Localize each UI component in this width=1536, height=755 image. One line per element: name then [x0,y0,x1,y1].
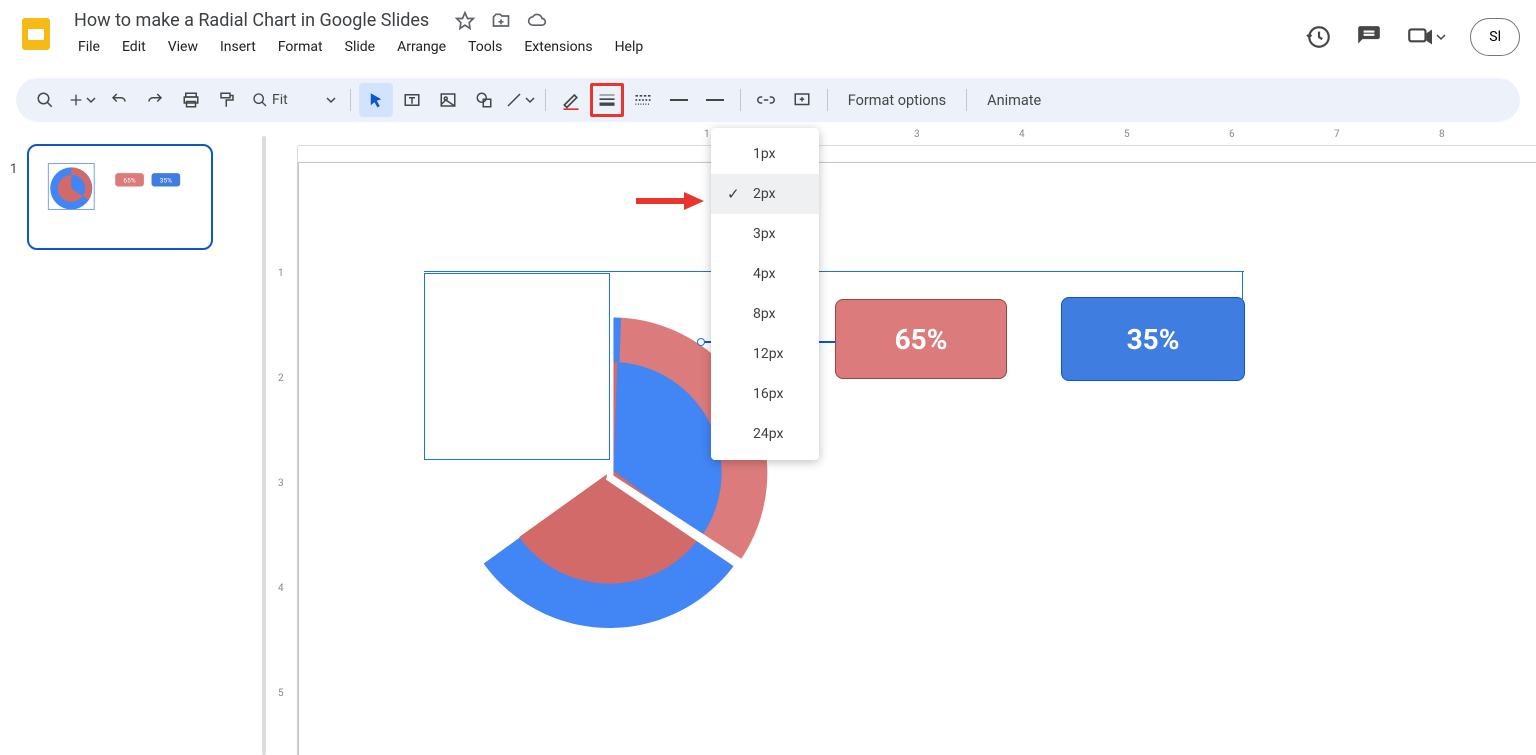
text-box-tool[interactable] [395,83,429,117]
line-end-button[interactable] [698,83,732,117]
line-weight-option[interactable]: 16px [711,374,819,414]
slide-thumbnail[interactable]: 65% 35% [27,144,213,250]
cloud-status-icon[interactable] [527,11,547,31]
search-menus-icon[interactable] [28,83,62,117]
star-icon[interactable] [455,11,475,31]
group-selection-r [1242,271,1243,299]
ruler-tick: 5 [278,688,284,699]
annotation-arrow [634,190,704,212]
slide-number: 1 [10,162,17,737]
label-blue[interactable]: 35% [1061,297,1245,381]
toolbar: Fit Format options Animate [16,78,1520,122]
header-actions: Sl [1306,18,1520,56]
redo-button[interactable] [138,83,172,117]
app-header: How to make a Radial Chart in Google Sli… [0,0,1536,72]
line-weight-option[interactable]: 8px [711,294,819,334]
ruler-tick: 8 [1439,129,1445,140]
shape-tool[interactable] [467,83,501,117]
line-weight-option[interactable]: 24px [711,414,819,454]
ruler-vertical: 1 2 3 4 5 [268,146,298,755]
format-options-button[interactable]: Format options [836,86,958,115]
menu-view[interactable]: View [158,35,208,59]
menu-extensions[interactable]: Extensions [514,35,602,59]
animate-button[interactable]: Animate [975,86,1053,115]
print-button[interactable] [174,83,208,117]
slides-logo[interactable] [16,14,56,54]
ruler-tick: 3 [914,129,920,140]
menu-help[interactable]: Help [605,35,654,59]
ruler-tick: 1 [704,129,710,140]
svg-text:65%: 65% [124,177,136,185]
ruler-tick: 5 [1124,129,1130,140]
ruler-tick: 3 [278,478,284,489]
menu-file[interactable]: File [68,35,110,59]
line-weight-option[interactable]: 3px [711,214,819,254]
ruler-tick: 4 [278,583,284,594]
move-icon[interactable] [491,11,511,31]
line-weight-option[interactable]: 1px [711,134,819,174]
select-tool[interactable] [359,83,393,117]
filmstrip: 1 65% 35% [0,126,260,755]
line-dash-button[interactable] [626,83,660,117]
ruler-tick: 4 [1019,129,1025,140]
add-comment-button[interactable] [785,83,819,117]
zoom-label: Fit [272,92,288,108]
line-weight-option[interactable]: 12px [711,334,819,374]
menu-arrange[interactable]: Arrange [387,35,456,59]
history-icon[interactable] [1306,24,1332,50]
menu-slide[interactable]: Slide [335,35,385,59]
pane-divider[interactable] [260,126,268,755]
present-icon[interactable] [1406,24,1446,50]
menu-bar: File Edit View Insert Format Slide Arran… [68,35,1306,59]
canvas-area[interactable]: 123456789 12345 [268,126,1536,755]
line-start-button[interactable] [662,83,696,117]
menu-edit[interactable]: Edit [112,35,156,59]
zoom-select[interactable]: Fit [246,85,342,115]
line-tool[interactable] [503,83,537,117]
slide-canvas[interactable]: 65% 35% [298,162,1536,755]
menu-insert[interactable]: Insert [210,35,266,59]
line-weight-dropdown: 1px2px3px4px8px12px16px24px [711,128,819,460]
svg-text:35%: 35% [160,177,172,185]
insert-link-button[interactable] [749,83,783,117]
line-color-button[interactable] [554,83,588,117]
image-tool[interactable] [431,83,465,117]
line-weight-option[interactable]: 4px [711,254,819,294]
ruler-tick: 1 [278,268,284,279]
document-title[interactable]: How to make a Radial Chart in Google Sli… [68,8,435,33]
label-red[interactable]: 65% [835,299,1007,379]
title-area: How to make a Radial Chart in Google Sli… [68,8,1306,59]
ruler-tick: 7 [1334,129,1340,140]
ruler-tick: 2 [278,373,284,384]
new-slide-button[interactable] [64,83,100,117]
menu-format[interactable]: Format [268,35,333,59]
line-weight-option[interactable]: 2px [711,174,819,214]
share-button[interactable]: Sl [1470,18,1520,56]
undo-button[interactable] [102,83,136,117]
line-weight-button[interactable] [590,83,624,117]
group-selection [424,271,1244,272]
ruler-horizontal: 123456789 [298,126,1536,146]
comments-icon[interactable] [1356,24,1382,50]
selection-rectangle [424,273,610,460]
paint-format-button[interactable] [210,83,244,117]
selection-handle[interactable] [697,338,705,346]
ruler-tick: 6 [1229,129,1235,140]
menu-tools[interactable]: Tools [458,35,512,59]
